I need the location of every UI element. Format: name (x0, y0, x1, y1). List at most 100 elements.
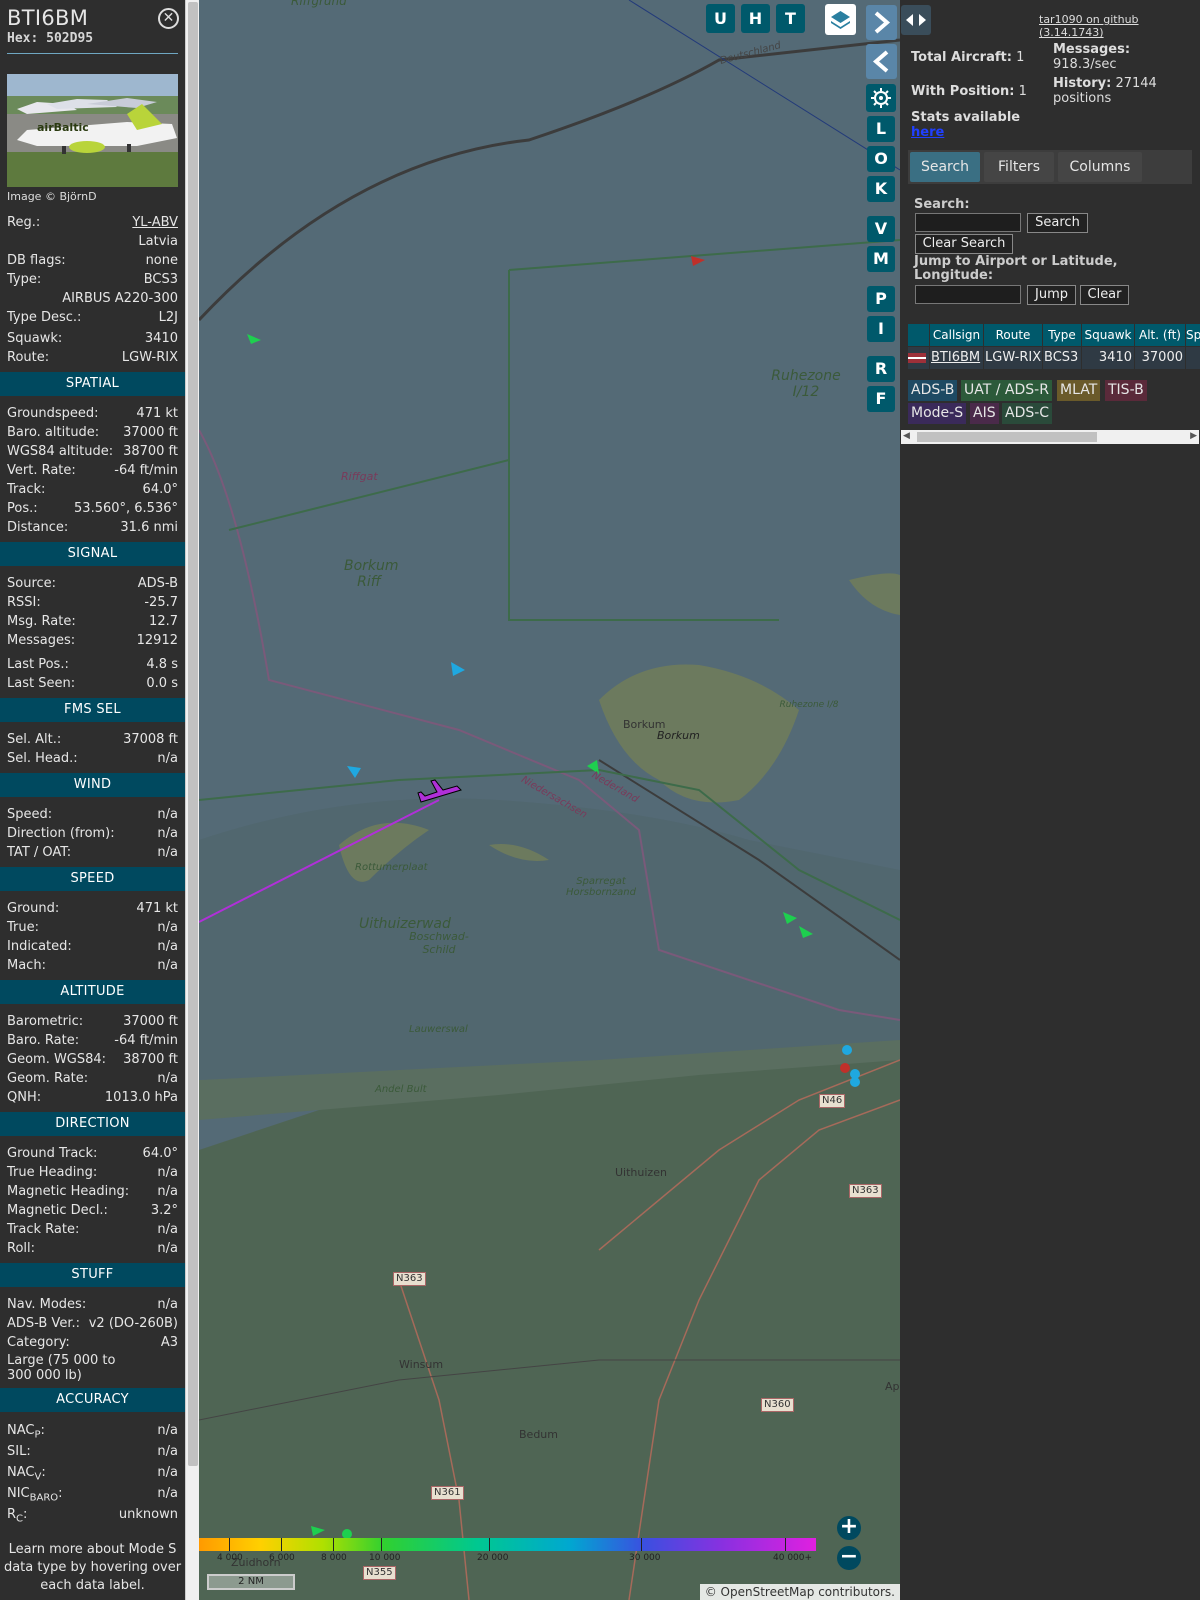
detail-label[interactable]: Geom. WGS84: (7, 1050, 106, 1069)
map-toggle-button-v[interactable]: V (867, 216, 895, 242)
legend-item-mlat[interactable]: MLAT (1057, 380, 1101, 401)
table-header-squawk[interactable]: Squawk (1082, 324, 1134, 346)
detail-label[interactable]: Geom. Rate: (7, 1069, 88, 1088)
detail-label[interactable]: Track: (7, 480, 45, 499)
legend-item-ais[interactable]: AIS (970, 403, 999, 424)
search-input[interactable] (915, 213, 1021, 232)
legend-item-tis-b[interactable]: TIS-B (1105, 380, 1147, 401)
detail-label[interactable]: RC: (7, 1504, 27, 1525)
detail-label[interactable]: Ground Track: (7, 1144, 97, 1163)
scroll-left-arrow-icon[interactable]: ◀ (903, 431, 910, 441)
detail-label[interactable]: NICBARO: (7, 1483, 63, 1504)
detail-label[interactable]: Magnetic Heading: (7, 1182, 129, 1201)
tab-search[interactable]: Search (910, 152, 980, 182)
detail-label[interactable]: Messages: (7, 631, 75, 650)
legend-item-mode-s[interactable]: Mode-S (908, 403, 967, 424)
clear-search-button[interactable]: Clear Search (915, 234, 1013, 254)
map-toggle-button-p[interactable]: P (867, 286, 895, 312)
tab-filters[interactable]: Filters (984, 152, 1054, 182)
map-toggle-button-o[interactable]: O (867, 146, 895, 172)
detail-label[interactable]: Sel. Alt.: (7, 730, 61, 749)
map-toggle-button-i[interactable]: I (867, 316, 895, 342)
detail-label[interactable]: Speed: (7, 805, 52, 824)
jump-button[interactable]: Jump (1027, 285, 1076, 305)
expand-panel-button[interactable] (866, 5, 897, 40)
detail-label[interactable]: True Heading: (7, 1163, 97, 1182)
detail-label[interactable]: Mach: (7, 956, 46, 975)
sidebar-scrollbar[interactable] (185, 0, 199, 1600)
split-toggle-button[interactable] (901, 5, 931, 35)
detail-label[interactable]: TAT / OAT: (7, 843, 71, 862)
detail-label[interactable]: Track Rate: (7, 1220, 79, 1239)
detail-label[interactable]: Groundspeed: (7, 404, 98, 423)
detail-label[interactable]: Barometric: (7, 1012, 83, 1031)
map-toggle-button-m[interactable]: M (867, 246, 895, 272)
table-header-callsign[interactable]: Callsign (930, 324, 983, 346)
stats-link[interactable]: here (911, 125, 944, 140)
detail-label[interactable]: Category: (7, 1333, 70, 1352)
sidebar-scrollbar-thumb[interactable] (188, 2, 198, 1466)
row-callsign[interactable]: BTI6BM (930, 347, 983, 369)
detail-label[interactable]: RSSI: (7, 593, 41, 612)
search-button[interactable]: Search (1027, 213, 1088, 233)
legend-item-ads-b[interactable]: ADS-B (908, 380, 958, 401)
detail-row: Last Seen: 0.0 s (0, 674, 185, 693)
settings-button[interactable] (866, 84, 896, 112)
table-header-speed[interactable]: Sp (1186, 324, 1200, 346)
registration-link[interactable]: YL-ABV (132, 213, 178, 232)
scroll-right-arrow-icon[interactable]: ▶ (1190, 431, 1197, 441)
table-horizontal-scrollbar[interactable]: ◀ ▶ (901, 430, 1199, 444)
detail-label[interactable]: QNH: (7, 1088, 41, 1107)
table-scrollbar-thumb[interactable] (917, 432, 1097, 442)
detail-label[interactable]: Roll: (7, 1239, 35, 1258)
detail-label[interactable]: Ground: (7, 899, 59, 918)
close-icon[interactable]: ✕ (158, 8, 179, 29)
legend-item-uat-ads-r[interactable]: UAT / ADS-R (961, 380, 1052, 401)
jump-input[interactable] (915, 285, 1021, 304)
detail-label[interactable]: Sel. Head.: (7, 749, 78, 768)
table-header-type[interactable]: Type (1043, 324, 1081, 346)
detail-label[interactable]: Direction (from): (7, 824, 115, 843)
map-toggle-button-l[interactable]: L (867, 116, 895, 142)
clear-button[interactable]: Clear (1080, 285, 1129, 305)
toggle-button-t[interactable]: T (776, 4, 805, 33)
aircraft-photo[interactable]: airBaltic (7, 74, 178, 187)
detail-label[interactable]: Indicated: (7, 937, 72, 956)
detail-label[interactable]: Baro. Rate: (7, 1031, 79, 1050)
collapse-panel-button[interactable] (866, 44, 897, 79)
map-toggle-button-r[interactable]: R (867, 356, 895, 382)
detail-label[interactable]: Last Pos.: (7, 655, 69, 674)
github-link[interactable]: tar1090 on github (3.14.1743) (1039, 13, 1200, 39)
detail-label[interactable]: Source: (7, 574, 56, 593)
toggle-button-u[interactable]: U (706, 4, 735, 33)
detail-label[interactable]: ADS-B Ver.: (7, 1314, 80, 1333)
zoom-in-button[interactable]: + (837, 1516, 861, 1540)
detail-label[interactable]: True: (7, 918, 39, 937)
detail-label[interactable]: WGS84 altitude: (7, 442, 113, 461)
tab-columns[interactable]: Columns (1058, 152, 1142, 182)
detail-label[interactable]: Nav. Modes: (7, 1295, 86, 1314)
altitude-scale-label: 4 000 (217, 1553, 243, 1563)
legend-item-ads-c[interactable]: ADS-C (1002, 403, 1053, 424)
map-toggle-button-f[interactable]: F (867, 386, 895, 412)
detail-label[interactable]: Baro. altitude: (7, 423, 99, 442)
detail-label[interactable]: Last Seen: (7, 674, 75, 693)
table-header-flag[interactable] (908, 324, 929, 346)
detail-label[interactable]: NACV: (7, 1462, 46, 1483)
zoom-out-button[interactable]: − (837, 1546, 861, 1570)
detail-label[interactable]: SIL: (7, 1441, 31, 1462)
detail-label[interactable]: NACP: (7, 1420, 45, 1441)
table-header-alt[interactable]: Alt. (ft) (1135, 324, 1185, 346)
detail-label[interactable]: Magnetic Decl.: (7, 1201, 108, 1220)
map-toggle-button-k[interactable]: K (867, 176, 895, 202)
table-header-route[interactable]: Route (984, 324, 1042, 346)
detail-label[interactable]: Distance: (7, 518, 68, 537)
detail-label[interactable]: Vert. Rate: (7, 461, 76, 480)
toggle-button-h[interactable]: H (741, 4, 770, 33)
detail-label[interactable]: Pos.: (7, 499, 38, 518)
map-view[interactable]: Riffgrund Deutschland Ruhezone I/12 Riff… (199, 0, 900, 1600)
osm-link[interactable]: OpenStreetMap (721, 1585, 815, 1599)
layers-icon[interactable] (825, 4, 856, 35)
detail-label[interactable]: Msg. Rate: (7, 612, 76, 631)
selected-aircraft-icon[interactable] (417, 779, 462, 803)
